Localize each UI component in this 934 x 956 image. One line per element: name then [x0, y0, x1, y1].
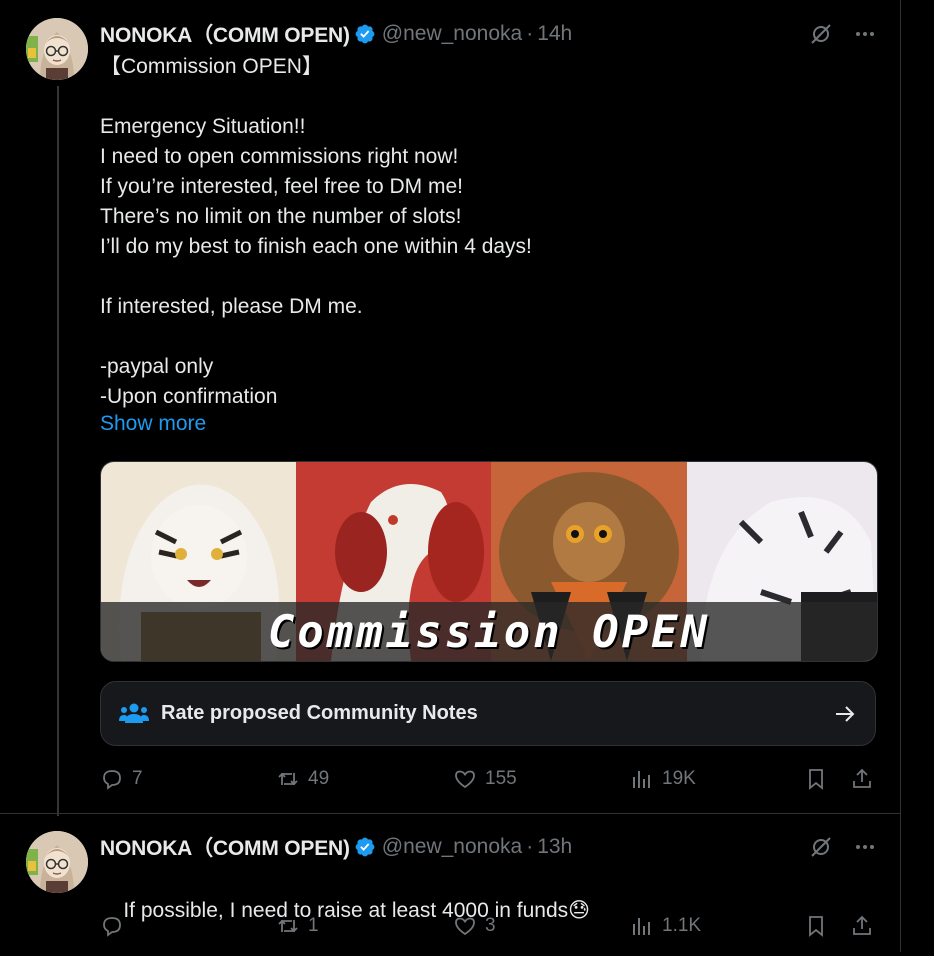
tweet-actions: 1 3 1.1K	[100, 914, 880, 944]
thread-connector	[57, 86, 59, 816]
tweet-header: NONOKA（COMM OPEN) @new_nonoka · 13h	[100, 832, 572, 862]
reply-icon	[103, 770, 121, 790]
repost-icon	[278, 772, 298, 786]
tweet-text: 【Commission OPEN】 Emergency Situation!! …	[100, 55, 532, 408]
like-button[interactable]: 155	[453, 767, 517, 791]
share-icon	[853, 915, 871, 935]
repost-count: 49	[308, 768, 330, 789]
handle[interactable]: @new_nonoka	[382, 835, 522, 859]
more-icon[interactable]	[852, 834, 878, 860]
arrow-right-icon	[836, 705, 855, 722]
repost-icon	[278, 919, 298, 933]
reply-button[interactable]: 7	[100, 767, 143, 791]
like-button[interactable]: 3	[453, 914, 496, 938]
bookmark-icon	[809, 916, 823, 937]
share-button[interactable]	[850, 914, 874, 938]
people-icon	[119, 703, 149, 723]
display-name[interactable]: NONOKA（COMM OPEN)	[100, 832, 350, 862]
grok-icon[interactable]	[808, 21, 834, 47]
views-icon	[633, 771, 650, 788]
repost-count: 1	[308, 915, 319, 936]
views-button[interactable]: 1.1K	[630, 914, 701, 938]
handle[interactable]: @new_nonoka	[382, 22, 522, 46]
reply-count: 7	[132, 768, 143, 789]
views-button[interactable]: 19K	[630, 767, 696, 791]
avatar[interactable]	[26, 831, 88, 893]
reply-icon	[103, 917, 121, 937]
reply-button[interactable]	[100, 914, 132, 938]
tweet-actions: 7 49 155 19K	[100, 767, 880, 797]
bookmark-button[interactable]	[804, 914, 828, 938]
views-count: 19K	[662, 768, 696, 789]
repost-button[interactable]: 49	[276, 767, 329, 791]
tweet-top-actions	[808, 21, 878, 47]
community-notes-label: Rate proposed Community Notes	[161, 702, 478, 724]
like-icon	[455, 917, 475, 936]
timestamp[interactable]: 13h	[537, 835, 572, 859]
tweet-top-actions	[808, 834, 878, 860]
separator: ·	[526, 835, 534, 858]
tweet-header: NONOKA（COMM OPEN) @new_nonoka · 14h	[100, 19, 572, 49]
separator: ·	[526, 22, 534, 45]
tweet-media[interactable]: Commission OPEN	[100, 461, 878, 662]
display-name[interactable]: NONOKA（COMM OPEN)	[100, 19, 350, 49]
column-border	[900, 0, 901, 952]
timestamp[interactable]: 14h	[537, 22, 572, 46]
bookmark-button[interactable]	[804, 767, 828, 791]
share-button[interactable]	[850, 767, 874, 791]
grok-icon[interactable]	[808, 834, 834, 860]
share-icon	[853, 768, 871, 788]
media-caption: Commission OPEN	[101, 602, 877, 661]
like-count: 155	[485, 768, 517, 789]
show-more-link[interactable]: Show more	[100, 412, 206, 436]
views-count: 1.1K	[662, 915, 702, 936]
avatar[interactable]	[26, 18, 88, 80]
verified-badge-icon	[355, 24, 375, 44]
like-icon	[455, 770, 475, 789]
verified-badge-icon	[355, 837, 375, 857]
views-icon	[633, 918, 650, 935]
more-icon[interactable]	[852, 21, 878, 47]
tweet-divider	[0, 813, 900, 814]
bookmark-icon	[809, 769, 823, 790]
like-count: 3	[485, 915, 496, 936]
repost-button[interactable]: 1	[276, 914, 319, 938]
community-notes-card[interactable]: Rate proposed Community Notes	[100, 681, 876, 746]
